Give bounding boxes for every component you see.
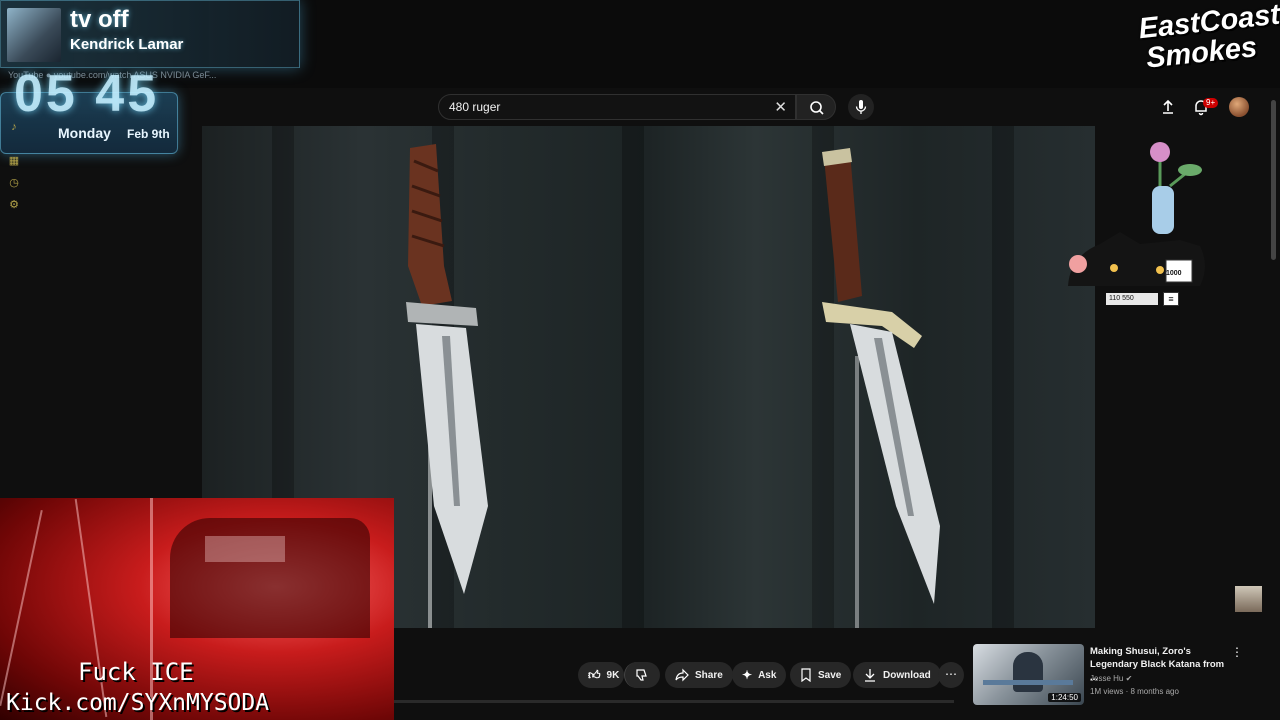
stream-cat-widget (1068, 142, 1205, 286)
brand-logo: EastCoast Smokes (1137, 0, 1280, 75)
channel-name: Jesse Hu (1090, 674, 1124, 683)
now-playing-widget (0, 0, 300, 68)
recommendation-thumbnail[interactable]: 1:24:50 (973, 644, 1084, 705)
download-label: Download (883, 669, 931, 681)
clock-date: Feb 9th (127, 127, 170, 141)
widget-counter: 1000 (1166, 270, 1182, 277)
download-icon (865, 669, 875, 682)
microphone-icon (855, 100, 867, 114)
clock-day: Monday (58, 125, 111, 141)
avatar[interactable] (1229, 97, 1249, 117)
ask-button[interactable]: ✦ Ask (732, 662, 787, 688)
download-button[interactable]: Download (853, 662, 941, 688)
knife-right (822, 148, 940, 628)
divider (394, 700, 954, 703)
light-streak (0, 509, 43, 707)
share-label: Share (695, 669, 723, 681)
scrollbar[interactable] (1271, 100, 1276, 260)
voice-search-button[interactable] (848, 94, 874, 120)
thumbnail-katana (983, 680, 1073, 685)
mini-thumbnail[interactable] (1235, 586, 1262, 612)
like-button[interactable]: 👍︎ 9K (578, 662, 624, 688)
menu-icon[interactable]: ≡ (1163, 292, 1179, 306)
upload-icon[interactable] (1159, 98, 1177, 116)
save-button[interactable]: Save (790, 662, 852, 688)
grid-icon[interactable]: ▦ (8, 155, 20, 167)
thumbs-up-icon: 👍︎ (588, 667, 601, 682)
music-icon[interactable]: ♪ (8, 121, 20, 133)
search-button[interactable] (796, 94, 836, 120)
light-streak (150, 498, 153, 720)
sparkle-icon: ✦ (742, 668, 753, 682)
share-button[interactable]: Share (665, 662, 733, 688)
webcam-caption-2: Kick.com/SYXnMYSODA (6, 690, 270, 716)
clock-icon[interactable]: ◷ (8, 177, 20, 189)
share-icon (675, 668, 689, 682)
like-count: 9K (606, 669, 620, 681)
video-duration: 1:24:50 (1048, 693, 1081, 702)
kebab-menu-icon[interactable]: ⋮ (1231, 645, 1243, 659)
search-value: 480 ruger (449, 100, 501, 114)
verified-icon: ✔ (1125, 674, 1133, 683)
widget-stat: 110 550 (1106, 293, 1158, 305)
recommendation-meta: 1M views · 8 months ago (1090, 687, 1179, 696)
webcam-overlay (0, 498, 394, 720)
recommendation-channel[interactable]: Jesse Hu ✔ (1090, 674, 1132, 683)
more-actions-button[interactable]: ⋯ (938, 662, 964, 688)
dislike-button[interactable] (624, 662, 660, 688)
album-art (7, 8, 61, 62)
search-icon (810, 101, 824, 115)
knife-left (406, 144, 488, 628)
now-playing-title: tv off (70, 6, 129, 33)
bookmark-icon (801, 668, 811, 682)
monitor-glow (205, 536, 285, 562)
close-icon[interactable]: ✕ (774, 98, 787, 116)
webcam-caption-1: Fuck ICE (78, 658, 194, 686)
thumbnail-person (1013, 652, 1043, 692)
search-input[interactable]: 480 ruger ✕ (438, 94, 796, 120)
thumbs-down-icon (636, 669, 647, 681)
now-playing-artist: Kendrick Lamar (70, 36, 184, 53)
screen: tv off Kendrick Lamar YouTube ● youtube.… (0, 0, 1280, 720)
save-label: Save (818, 669, 842, 681)
ask-label: Ask (758, 669, 777, 681)
clock-time: 05 45 (14, 65, 160, 123)
notification-badge: 9+ (1203, 98, 1219, 108)
gear-icon[interactable]: ⚙ (8, 199, 20, 211)
